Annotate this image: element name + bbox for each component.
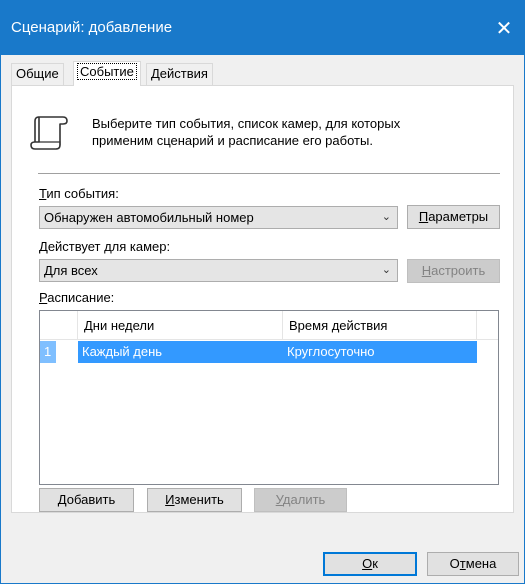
scroll-icon — [30, 116, 68, 150]
add-button[interactable]: Добавить — [39, 488, 134, 512]
schedule-table[interactable]: Дни недели Время действия 1 Каждый день … — [39, 310, 499, 485]
dialog-window: Сценарий: добавление ✕ Общие Событие Дей… — [0, 0, 525, 584]
parameters-button[interactable]: Параметры — [407, 205, 500, 229]
row-number-header — [40, 311, 78, 340]
cell-time[interactable]: Круглосуточно — [283, 341, 477, 363]
description-text: Выберите тип события, список камер, для … — [92, 116, 401, 148]
tab-event[interactable]: Событие — [73, 61, 141, 86]
column-header-time[interactable]: Время действия — [283, 311, 477, 340]
event-type-select[interactable]: Обнаружен автомобильный номер ⌄ — [39, 206, 398, 229]
title-bar[interactable]: Сценарий: добавление ✕ — [1, 1, 524, 55]
table-row[interactable]: 1 Каждый день Круглосуточно — [40, 341, 477, 363]
event-type-label: Тип события: — [39, 186, 119, 201]
tab-general[interactable]: Общие — [11, 63, 64, 85]
chevron-down-icon: ⌄ — [381, 211, 391, 223]
window-title: Сценарий: добавление — [11, 19, 173, 36]
delete-button[interactable]: Удалить — [254, 488, 347, 512]
close-icon: ✕ — [495, 17, 513, 40]
table-header: Дни недели Время действия — [40, 311, 498, 340]
column-header-days[interactable]: Дни недели — [78, 311, 283, 340]
cameras-select[interactable]: Для всех ⌄ — [39, 259, 398, 282]
tab-actions[interactable]: Действия — [146, 63, 213, 85]
ok-button[interactable]: Ок — [323, 552, 417, 576]
separator — [38, 173, 500, 174]
cancel-button[interactable]: Отмена — [427, 552, 519, 576]
row-number: 1 — [40, 341, 56, 363]
chevron-down-icon: ⌄ — [381, 264, 391, 276]
configure-button[interactable]: Настроить — [407, 259, 500, 283]
cameras-label: Действует для камер: — [39, 239, 171, 254]
close-button[interactable]: ✕ — [484, 1, 524, 55]
edit-button[interactable]: Изменить — [147, 488, 242, 512]
schedule-label: Расписание: — [39, 290, 115, 305]
cell-days[interactable]: Каждый день — [78, 341, 283, 363]
